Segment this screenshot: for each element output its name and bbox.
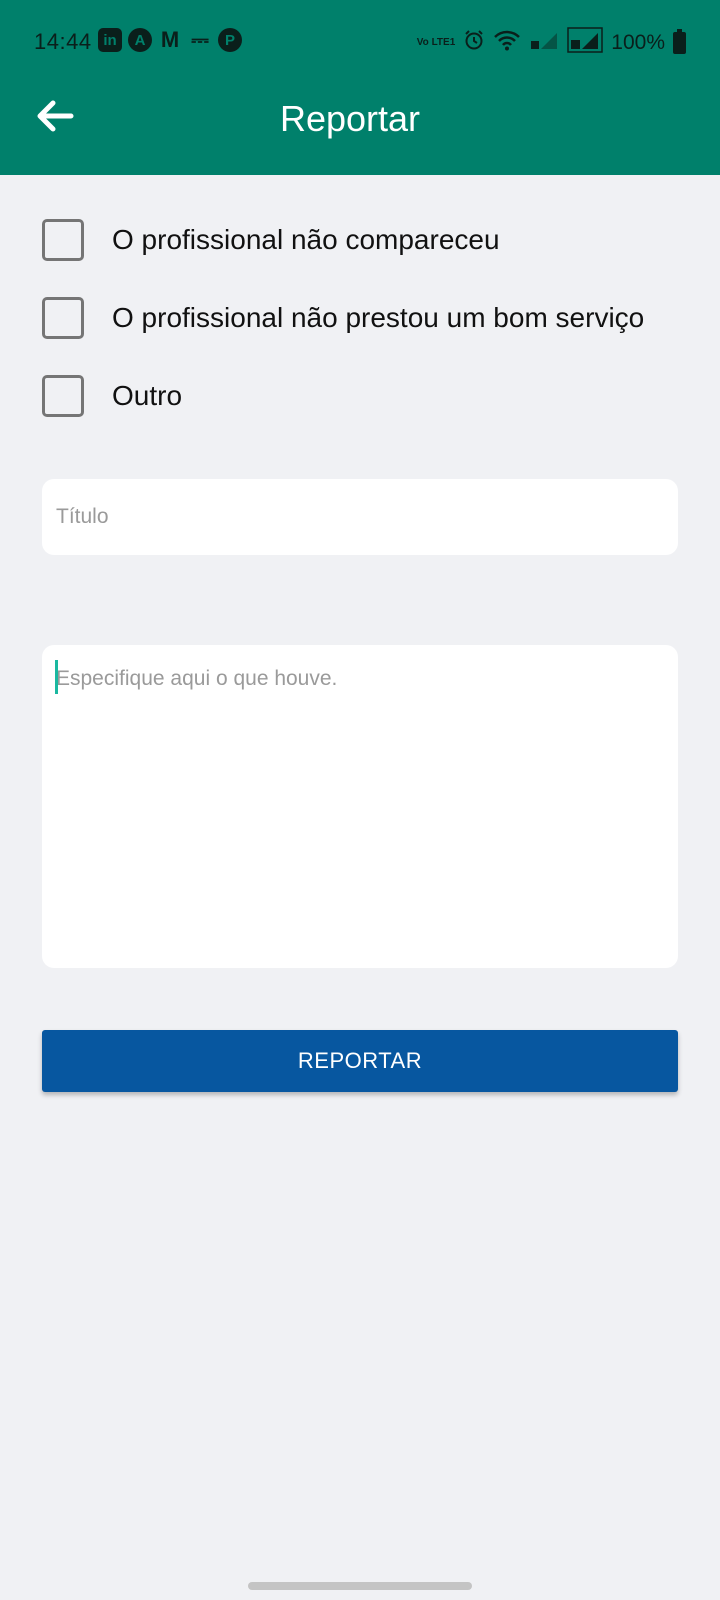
wifi-icon — [493, 29, 521, 57]
system-indicators: Vo LTE1 100% — [417, 27, 686, 59]
option-label: O profissional não compareceu — [112, 224, 500, 255]
option-label: Outro — [112, 380, 183, 411]
option-other[interactable]: Outro — [42, 374, 182, 418]
signal-icon-2 — [567, 27, 604, 59]
app-icon: P — [218, 28, 242, 52]
option-label: O profissional não prestou um bom serviç… — [112, 302, 645, 333]
app-bar: 14:44 in A M ⎓ P Vo LTE1 100% Reportar — [0, 0, 720, 175]
battery-percent: 100% — [611, 31, 665, 54]
linkedin-icon: in — [98, 28, 122, 52]
report-button[interactable]: REPORTAR — [42, 1030, 678, 1092]
checkbox-other[interactable] — [42, 375, 84, 417]
status-bar: 14:44 in A M ⎓ P Vo LTE1 100% — [0, 0, 720, 82]
usb-icon: ⎓ — [191, 27, 209, 52]
battery-icon — [673, 29, 686, 54]
status-time: 14:44 — [34, 29, 92, 54]
description-textarea[interactable] — [42, 645, 678, 968]
notification-icons: in A M ⎓ P — [98, 27, 242, 52]
option-bad-service[interactable]: O profissional não prestou um bom serviç… — [42, 296, 644, 340]
home-indicator[interactable] — [248, 1582, 472, 1590]
text-cursor — [55, 660, 58, 694]
page-title: Reportar — [279, 98, 421, 139]
arc-icon: A — [128, 28, 152, 52]
gmail-icon: M — [160, 27, 180, 52]
title-input[interactable] — [42, 479, 678, 555]
checkbox-no-show[interactable] — [42, 219, 84, 261]
volte-icon: Vo LTE1 — [416, 37, 456, 48]
checkbox-bad-service[interactable] — [42, 297, 84, 339]
option-no-show[interactable]: O profissional não compareceu — [42, 218, 500, 262]
alarm-icon — [463, 29, 485, 57]
signal-icon — [529, 29, 559, 57]
